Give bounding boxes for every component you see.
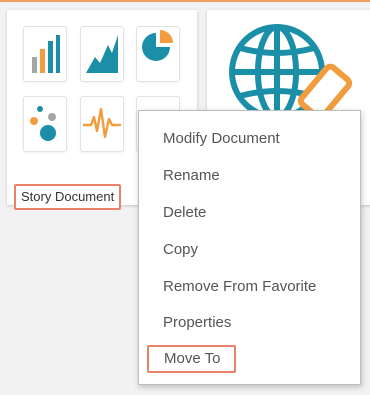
menu-item-delete[interactable]: Delete: [163, 203, 206, 223]
context-menu: Modify Document Rename Delete Copy Remov…: [138, 110, 361, 385]
bubble-chart-tile: [23, 96, 67, 152]
bubble-chart-icon: [30, 106, 56, 141]
menu-item-rename[interactable]: Rename: [163, 166, 220, 186]
area-chart-icon: [86, 35, 118, 73]
pulse-line-icon: [82, 107, 122, 139]
bar-chart-tile: [23, 26, 67, 82]
menu-item-copy[interactable]: Copy: [163, 240, 198, 260]
pie-chart-tile: [136, 26, 180, 82]
pulse-line-tile: [80, 96, 124, 152]
menu-item-modify-document[interactable]: Modify Document: [163, 129, 280, 149]
menu-item-move-to[interactable]: Move To: [147, 345, 237, 373]
pie-chart-icon: [142, 30, 173, 61]
top-accent-line: [0, 0, 370, 2]
menu-item-remove-from-favorite[interactable]: Remove From Favorite: [163, 277, 316, 297]
bar-chart-icon: [32, 35, 60, 73]
area-chart-tile: [80, 26, 124, 82]
story-document-label[interactable]: Story Document: [14, 184, 122, 210]
menu-item-properties[interactable]: Properties: [163, 313, 231, 333]
